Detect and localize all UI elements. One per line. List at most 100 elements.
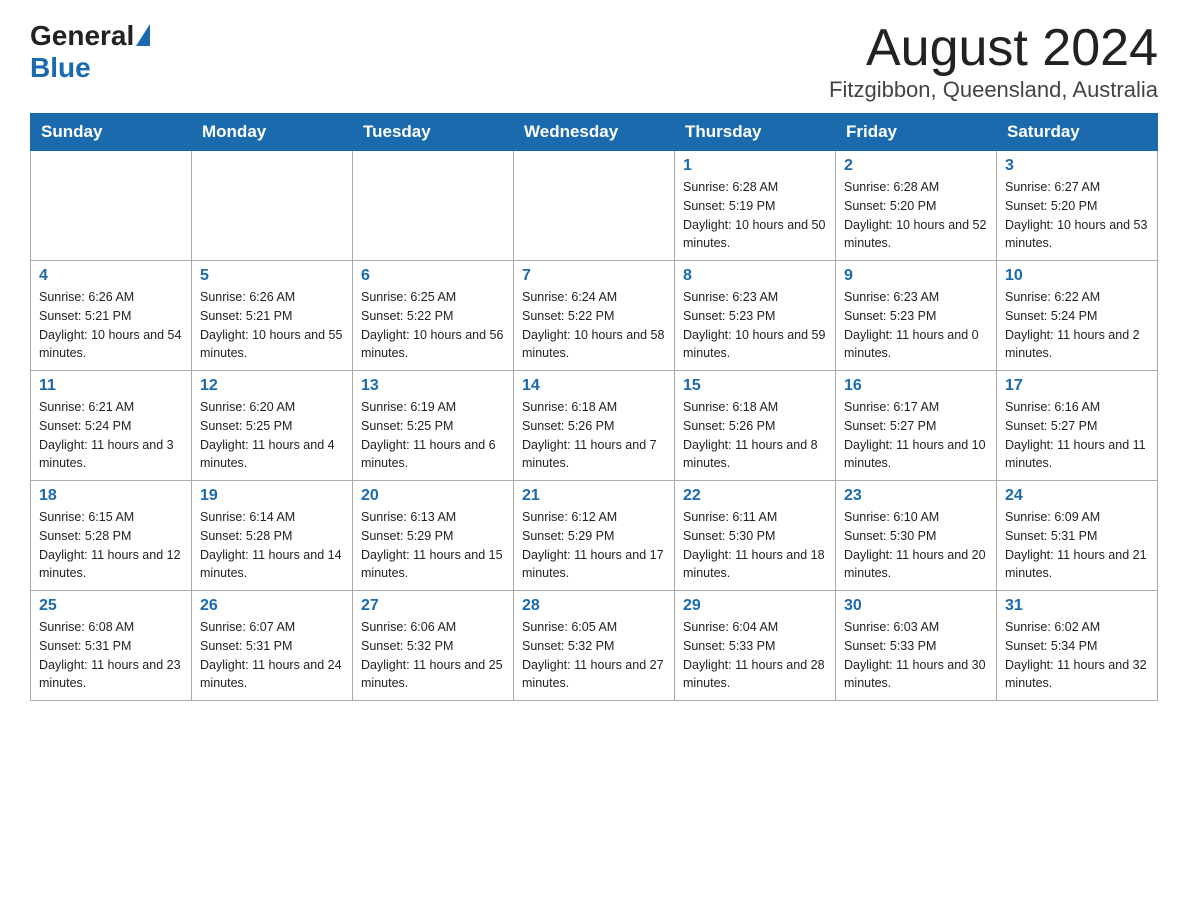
calendar-cell: 18 Sunrise: 6:15 AMSunset: 5:28 PMDayligh…: [31, 481, 192, 591]
day-number: 28: [522, 597, 666, 615]
calendar-cell: [31, 151, 192, 261]
calendar-cell: 15 Sunrise: 6:18 AMSunset: 5:26 PMDayligh…: [675, 371, 836, 481]
day-number: 11: [39, 377, 183, 395]
day-number: 27: [361, 597, 505, 615]
day-info: Sunrise: 6:21 AMSunset: 5:24 PMDaylight:…: [39, 398, 183, 473]
day-of-week-header: Wednesday: [514, 114, 675, 151]
calendar-cell: 5 Sunrise: 6:26 AMSunset: 5:21 PMDaylight…: [192, 261, 353, 371]
day-info: Sunrise: 6:28 AMSunset: 5:20 PMDaylight:…: [844, 178, 988, 253]
day-number: 13: [361, 377, 505, 395]
day-info: Sunrise: 6:06 AMSunset: 5:32 PMDaylight:…: [361, 618, 505, 693]
calendar-week-row: 1Sunrise: 6:28 AMSunset: 5:19 PMDaylight…: [31, 151, 1158, 261]
calendar-cell: 21Sunrise: 6:12 AMSunset: 5:29 PMDayligh…: [514, 481, 675, 591]
calendar-body: 1Sunrise: 6:28 AMSunset: 5:19 PMDaylight…: [31, 151, 1158, 701]
day-number: 7: [522, 267, 666, 285]
day-info: Sunrise: 6:24 AMSunset: 5:22 PMDaylight:…: [522, 288, 666, 363]
calendar-cell: 20Sunrise: 6:13 AMSunset: 5:29 PMDayligh…: [353, 481, 514, 591]
day-info: Sunrise: 6:02 AMSunset: 5:34 PMDaylight:…: [1005, 618, 1149, 693]
calendar-cell: 25 Sunrise: 6:08 AMSunset: 5:31 PMDayligh…: [31, 591, 192, 701]
calendar-cell: 16Sunrise: 6:17 AMSunset: 5:27 PMDayligh…: [836, 371, 997, 481]
calendar-cell: 23Sunrise: 6:10 AMSunset: 5:30 PMDayligh…: [836, 481, 997, 591]
day-info: Sunrise: 6:12 AMSunset: 5:29 PMDaylight:…: [522, 508, 666, 583]
calendar-cell: 6 Sunrise: 6:25 AMSunset: 5:22 PMDaylight…: [353, 261, 514, 371]
day-of-week-header: Saturday: [997, 114, 1158, 151]
day-info: Sunrise: 6:04 AMSunset: 5:33 PMDaylight:…: [683, 618, 827, 693]
day-number: 9: [844, 267, 988, 285]
day-of-week-header: Tuesday: [353, 114, 514, 151]
day-number: 16: [844, 377, 988, 395]
days-of-week-row: SundayMondayTuesdayWednesdayThursdayFrid…: [31, 114, 1158, 151]
day-number: 8: [683, 267, 827, 285]
day-info: Sunrise: 6:08 AMSunset: 5:31 PMDaylight:…: [39, 618, 183, 693]
day-number: 22: [683, 487, 827, 505]
day-number: 30: [844, 597, 988, 615]
day-number: 18: [39, 487, 183, 505]
day-info: Sunrise: 6:14 AMSunset: 5:28 PMDaylight:…: [200, 508, 344, 583]
logo-blue-text: Blue: [30, 52, 91, 84]
calendar-week-row: 11 Sunrise: 6:21 AMSunset: 5:24 PMDayligh…: [31, 371, 1158, 481]
day-number: 15: [683, 377, 827, 395]
day-info: Sunrise: 6:10 AMSunset: 5:30 PMDaylight:…: [844, 508, 988, 583]
day-number: 29: [683, 597, 827, 615]
page-subtitle: Fitzgibbon, Queensland, Australia: [829, 77, 1158, 103]
day-info: Sunrise: 6:13 AMSunset: 5:29 PMDaylight:…: [361, 508, 505, 583]
calendar-cell: 31 Sunrise: 6:02 AMSunset: 5:34 PMDayligh…: [997, 591, 1158, 701]
calendar-cell: 13 Sunrise: 6:19 AMSunset: 5:25 PMDayligh…: [353, 371, 514, 481]
day-number: 14: [522, 377, 666, 395]
page-header: General Blue August 2024 Fitzgibbon, Que…: [30, 20, 1158, 103]
day-of-week-header: Thursday: [675, 114, 836, 151]
day-info: Sunrise: 6:19 AMSunset: 5:25 PMDaylight:…: [361, 398, 505, 473]
day-number: 10: [1005, 267, 1149, 285]
day-of-week-header: Friday: [836, 114, 997, 151]
calendar-cell: 10 Sunrise: 6:22 AMSunset: 5:24 PMDayligh…: [997, 261, 1158, 371]
calendar-week-row: 25 Sunrise: 6:08 AMSunset: 5:31 PMDayligh…: [31, 591, 1158, 701]
day-number: 12: [200, 377, 344, 395]
day-number: 31: [1005, 597, 1149, 615]
day-of-week-header: Monday: [192, 114, 353, 151]
day-number: 19: [200, 487, 344, 505]
day-number: 17: [1005, 377, 1149, 395]
logo: General Blue: [30, 20, 150, 84]
calendar-week-row: 18 Sunrise: 6:15 AMSunset: 5:28 PMDayligh…: [31, 481, 1158, 591]
day-info: Sunrise: 6:23 AMSunset: 5:23 PMDaylight:…: [844, 288, 988, 363]
day-number: 6: [361, 267, 505, 285]
day-info: Sunrise: 6:11 AMSunset: 5:30 PMDaylight:…: [683, 508, 827, 583]
day-info: Sunrise: 6:26 AMSunset: 5:21 PMDaylight:…: [200, 288, 344, 363]
day-info: Sunrise: 6:26 AMSunset: 5:21 PMDaylight:…: [39, 288, 183, 363]
day-info: Sunrise: 6:20 AMSunset: 5:25 PMDaylight:…: [200, 398, 344, 473]
calendar-cell: 1Sunrise: 6:28 AMSunset: 5:19 PMDaylight…: [675, 151, 836, 261]
day-number: 4: [39, 267, 183, 285]
day-number: 26: [200, 597, 344, 615]
calendar-cell: 3 Sunrise: 6:27 AMSunset: 5:20 PMDaylight…: [997, 151, 1158, 261]
logo-triangle-icon: [136, 24, 150, 46]
day-info: Sunrise: 6:09 AMSunset: 5:31 PMDaylight:…: [1005, 508, 1149, 583]
day-info: Sunrise: 6:05 AMSunset: 5:32 PMDaylight:…: [522, 618, 666, 693]
day-info: Sunrise: 6:27 AMSunset: 5:20 PMDaylight:…: [1005, 178, 1149, 253]
title-block: August 2024 Fitzgibbon, Queensland, Aust…: [829, 20, 1158, 103]
calendar-cell: 30 Sunrise: 6:03 AMSunset: 5:33 PMDayligh…: [836, 591, 997, 701]
calendar-cell: [192, 151, 353, 261]
calendar-cell: 22 Sunrise: 6:11 AMSunset: 5:30 PMDayligh…: [675, 481, 836, 591]
day-number: 5: [200, 267, 344, 285]
calendar-cell: 14Sunrise: 6:18 AMSunset: 5:26 PMDayligh…: [514, 371, 675, 481]
day-number: 3: [1005, 157, 1149, 175]
calendar-cell: 28 Sunrise: 6:05 AMSunset: 5:32 PMDayligh…: [514, 591, 675, 701]
day-info: Sunrise: 6:25 AMSunset: 5:22 PMDaylight:…: [361, 288, 505, 363]
calendar-cell: 26Sunrise: 6:07 AMSunset: 5:31 PMDayligh…: [192, 591, 353, 701]
day-number: 1: [683, 157, 827, 175]
day-info: Sunrise: 6:23 AMSunset: 5:23 PMDaylight:…: [683, 288, 827, 363]
day-info: Sunrise: 6:16 AMSunset: 5:27 PMDaylight:…: [1005, 398, 1149, 473]
day-info: Sunrise: 6:22 AMSunset: 5:24 PMDaylight:…: [1005, 288, 1149, 363]
day-info: Sunrise: 6:15 AMSunset: 5:28 PMDaylight:…: [39, 508, 183, 583]
calendar-header: SundayMondayTuesdayWednesdayThursdayFrid…: [31, 114, 1158, 151]
calendar-table: SundayMondayTuesdayWednesdayThursdayFrid…: [30, 113, 1158, 701]
day-number: 24: [1005, 487, 1149, 505]
day-info: Sunrise: 6:03 AMSunset: 5:33 PMDaylight:…: [844, 618, 988, 693]
day-number: 25: [39, 597, 183, 615]
calendar-cell: 11 Sunrise: 6:21 AMSunset: 5:24 PMDayligh…: [31, 371, 192, 481]
calendar-cell: 4 Sunrise: 6:26 AMSunset: 5:21 PMDaylight…: [31, 261, 192, 371]
calendar-cell: [353, 151, 514, 261]
calendar-week-row: 4 Sunrise: 6:26 AMSunset: 5:21 PMDaylight…: [31, 261, 1158, 371]
day-info: Sunrise: 6:18 AMSunset: 5:26 PMDaylight:…: [683, 398, 827, 473]
calendar-cell: 27 Sunrise: 6:06 AMSunset: 5:32 PMDayligh…: [353, 591, 514, 701]
